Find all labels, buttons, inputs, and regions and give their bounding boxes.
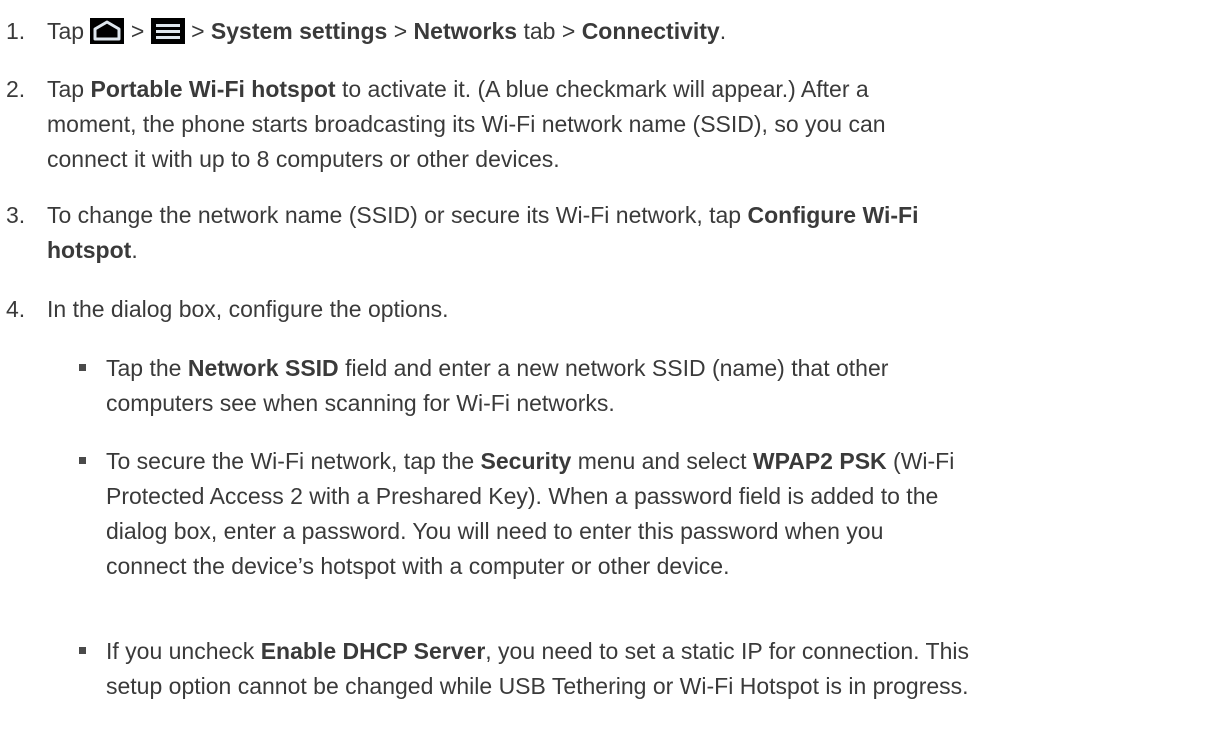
home-icon	[90, 18, 125, 44]
bullet-marker	[79, 457, 86, 464]
step-number: 2.	[6, 76, 26, 102]
bullet-text: If you uncheck Enable DHCP Server, you n…	[106, 638, 969, 699]
step-number: 3.	[6, 202, 26, 228]
step-text: In the dialog box, configure the options…	[47, 296, 449, 322]
bullet-marker	[79, 647, 86, 654]
bullet-marker	[79, 364, 86, 371]
step-text: Tap > > System settings > Networks tab >…	[47, 18, 727, 44]
step-number: 1.	[6, 18, 26, 44]
step-text: To change the network name (SSID) or sec…	[47, 202, 919, 263]
bullet-text: To secure the Wi-Fi network, tap the Sec…	[106, 448, 955, 579]
step-text: Tap Portable Wi-Fi hotspot to activate i…	[47, 76, 886, 172]
step-number: 4.	[6, 296, 26, 322]
bullet-text: Tap the Network SSID field and enter a n…	[106, 355, 889, 416]
menu-icon	[150, 18, 185, 44]
